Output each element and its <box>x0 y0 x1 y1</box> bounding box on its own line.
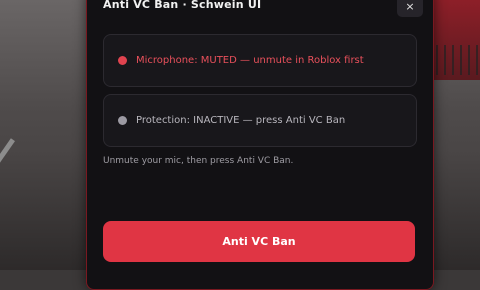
microphone-status-text: Microphone: MUTED — unmute in Roblox fir… <box>136 55 364 66</box>
anti-vc-ban-button[interactable]: Anti VC Ban <box>103 221 415 262</box>
close-icon: × <box>405 0 415 13</box>
close-button[interactable]: × <box>397 0 423 17</box>
anti-vc-ban-panel: Anti VC Ban · Schwein UI × Microphone: M… <box>86 0 434 290</box>
protection-status-dot-icon <box>118 116 127 125</box>
panel-title: Anti VC Ban · Schwein UI <box>103 0 262 11</box>
protection-status-text: Protection: INACTIVE — press Anti VC Ban <box>136 115 346 126</box>
instruction-hint: Unmute your mic, then press Anti VC Ban. <box>103 156 294 166</box>
protection-status-card: Protection: INACTIVE — press Anti VC Ban <box>103 94 417 147</box>
microphone-status-dot-icon <box>118 56 127 65</box>
microphone-status-card: Microphone: MUTED — unmute in Roblox fir… <box>103 34 417 87</box>
